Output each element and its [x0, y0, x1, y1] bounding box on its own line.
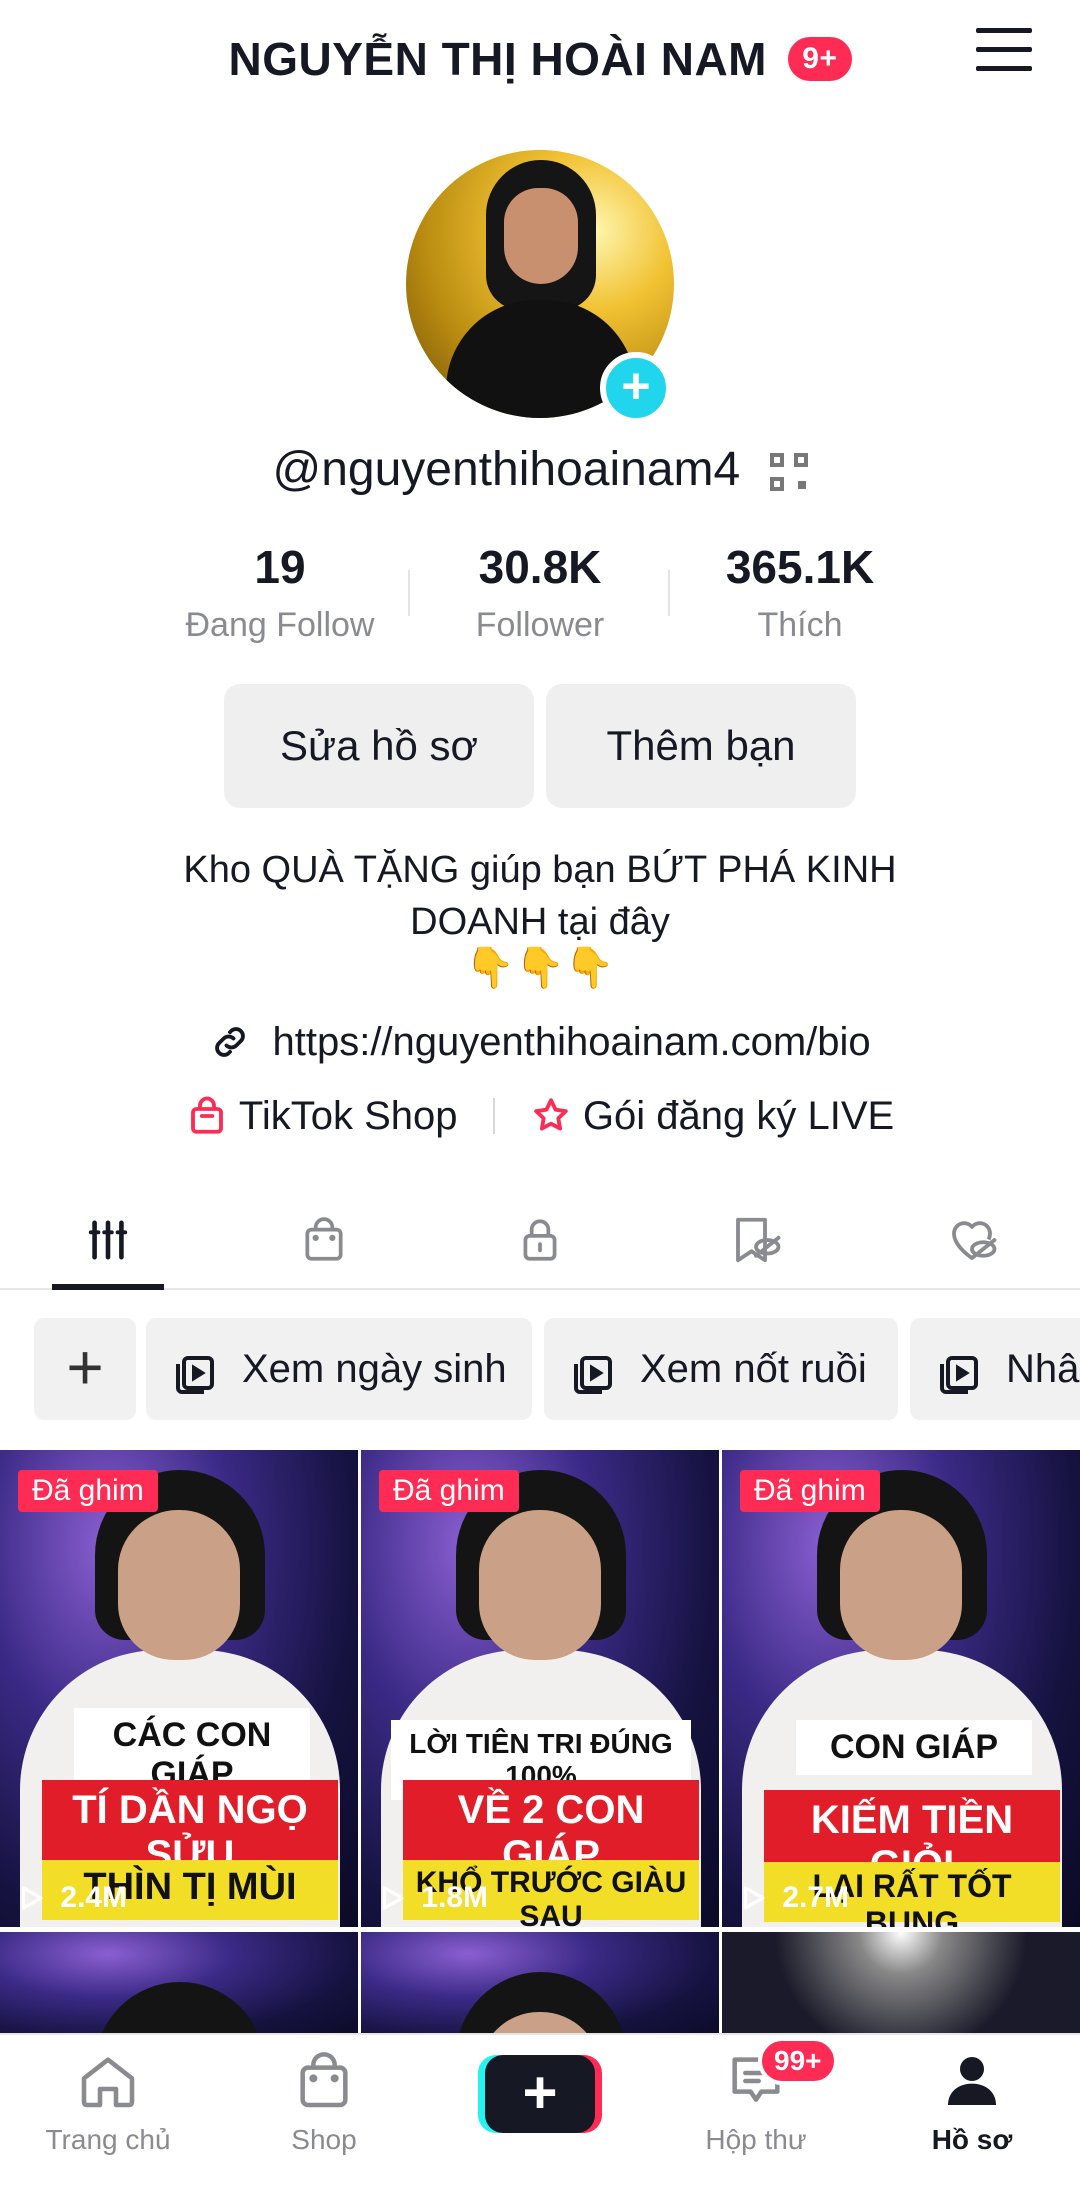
pinned-badge: Đã ghim — [18, 1470, 158, 1512]
likes-label: Thích — [757, 606, 843, 644]
pinned-badge: Đã ghim — [740, 1470, 880, 1512]
video-thumbnail[interactable] — [0, 1932, 358, 2033]
bio-link[interactable]: https://nguyenthihoainam.com/bio — [0, 1018, 1080, 1065]
playlist-label: Xem ngày sinh — [242, 1347, 507, 1391]
playlist-chip[interactable]: Xem ngày sinh — [146, 1318, 532, 1420]
nav-profile[interactable]: Hồ sơ — [882, 2049, 1062, 2156]
followers-count: 30.8K — [478, 541, 602, 593]
stat-following[interactable]: 19 Đang Follow — [160, 540, 400, 645]
video-grid: Đã ghim CÁC CON GIÁP TÍ DẦN NGỌ SỬU THÌN… — [0, 1450, 1080, 2033]
following-count: 19 — [254, 541, 306, 593]
video-thumbnail[interactable]: Đã ghim CON GIÁP KIẾM TIỀN GIỎI LẠI RẤT … — [722, 1450, 1080, 1927]
bottom-navigation: Trang chủ Shop + 99+ Hộp thư Hồ sơ — [0, 2033, 1080, 2191]
nav-shop-label: Shop — [291, 2124, 357, 2155]
nav-home-label: Trang chủ — [45, 2124, 171, 2155]
nav-inbox[interactable]: 99+ Hộp thư — [666, 2037, 846, 2156]
bio-line-1: Kho QUÀ TẶNG giúp bạn BỨT PHÁ KINH — [183, 849, 897, 891]
play-icon — [382, 1886, 404, 1910]
tab-videos[interactable] — [0, 1208, 216, 1272]
video-thumbnail[interactable] — [722, 1932, 1080, 2033]
followers-label: Follower — [475, 606, 605, 644]
profile-icon — [948, 2057, 996, 2105]
playlist-label: Xem nốt ruồi — [640, 1347, 867, 1391]
link-icon — [215, 1027, 246, 1058]
profile-features: TikTok Shop Gói đăng ký LIVE — [0, 1092, 1080, 1139]
create-button[interactable]: + — [478, 2055, 602, 2133]
nav-shop[interactable]: Shop — [234, 2049, 414, 2156]
play-icon — [743, 1886, 765, 1910]
playlist-chips: + Xem ngày sinh Xem nốt ruồi Nhân — [0, 1318, 1080, 1422]
notification-badge: 9+ — [788, 36, 852, 81]
playlist-chip[interactable]: Nhân — [910, 1318, 1080, 1420]
add-avatar-button[interactable]: + — [600, 352, 672, 424]
likes-count: 365.1K — [725, 541, 875, 593]
bio-line-2: DOANH tại đây — [410, 901, 670, 943]
playlist-label: Nhân — [1006, 1347, 1080, 1391]
profile-header: NGUYỄN THỊ HOÀI NAM 9+ — [0, 0, 1080, 110]
nav-profile-label: Hồ sơ — [931, 2124, 1013, 2155]
plus-icon: + — [485, 2055, 595, 2133]
pinned-badge: Đã ghim — [379, 1470, 519, 1512]
nav-inbox-label: Hộp thư — [705, 2124, 807, 2155]
tab-private[interactable] — [432, 1208, 648, 1272]
hidden-heart-icon — [952, 1221, 997, 1260]
profile-display-name: NGUYỄN THỊ HOÀI NAM — [228, 32, 767, 85]
grid-icon — [88, 1220, 128, 1260]
view-count: 2.4M — [16, 1880, 127, 1915]
home-icon — [81, 2057, 135, 2108]
profile-tabs — [0, 1190, 1080, 1290]
following-label: Đang Follow — [185, 606, 375, 644]
shop-bag-icon — [190, 1097, 223, 1135]
username: @nguyenthihoainam4 — [272, 443, 741, 496]
bio-link-text: https://nguyenthihoainam.com/bio — [272, 1019, 871, 1064]
stat-divider — [668, 570, 670, 616]
tab-liked[interactable] — [864, 1208, 1080, 1272]
add-friends-button[interactable]: Thêm bạn — [546, 684, 856, 808]
view-count: 2.7M — [738, 1880, 849, 1915]
profile-title[interactable]: NGUYỄN THỊ HOÀI NAM 9+ — [0, 28, 1080, 86]
live-subscription-link[interactable]: Gói đăng ký LIVE — [583, 1094, 894, 1138]
video-caption: CON GIÁP — [796, 1720, 1032, 1775]
stat-divider — [408, 570, 410, 616]
tab-reposts[interactable] — [648, 1208, 864, 1272]
playlist-icon — [574, 1356, 612, 1394]
lock-icon — [523, 1219, 557, 1261]
video-thumbnail[interactable] — [361, 1932, 719, 2033]
hidden-repost-icon — [736, 1217, 781, 1263]
edit-profile-button[interactable]: Sửa hồ sơ — [224, 684, 534, 808]
inbox-badge: 99+ — [758, 2037, 838, 2085]
menu-icon[interactable] — [976, 28, 1032, 74]
shopping-bag-icon — [305, 1217, 343, 1261]
tab-shop[interactable] — [216, 1208, 432, 1272]
stat-likes[interactable]: 365.1K Thích — [680, 540, 920, 645]
view-count: 1.8M — [377, 1880, 488, 1915]
shop-icon — [300, 2052, 348, 2108]
stat-followers[interactable]: 30.8K Follower — [420, 540, 660, 645]
username-row: @nguyenthihoainam4 — [0, 442, 1080, 497]
playlist-icon — [940, 1356, 978, 1394]
profile-stats: 19 Đang Follow 30.8K Follower 365.1K Thí… — [0, 540, 1080, 650]
play-icon — [21, 1886, 43, 1910]
video-thumbnail[interactable]: Đã ghim CÁC CON GIÁP TÍ DẦN NGỌ SỬU THÌN… — [0, 1450, 358, 1927]
video-thumbnail[interactable]: Đã ghim LỜI TIÊN TRI ĐÚNG 100% VỀ 2 CON … — [361, 1450, 719, 1927]
active-tab-indicator — [52, 1284, 164, 1290]
tiktok-shop-link[interactable]: TikTok Shop — [239, 1094, 458, 1138]
playlist-chip[interactable]: Xem nốt ruồi — [544, 1318, 898, 1420]
bio-emoji: 👇👇👇 — [465, 946, 615, 990]
qr-code-icon[interactable] — [769, 453, 808, 492]
nav-home[interactable]: Trang chủ — [18, 2049, 198, 2156]
feature-divider — [492, 1098, 495, 1135]
live-subscription-icon — [533, 1098, 568, 1131]
playlist-icon — [176, 1356, 214, 1394]
add-playlist-button[interactable]: + — [34, 1318, 136, 1420]
bio: Kho QUÀ TẶNG giúp bạn BỨT PHÁ KINH DOANH… — [140, 844, 940, 948]
